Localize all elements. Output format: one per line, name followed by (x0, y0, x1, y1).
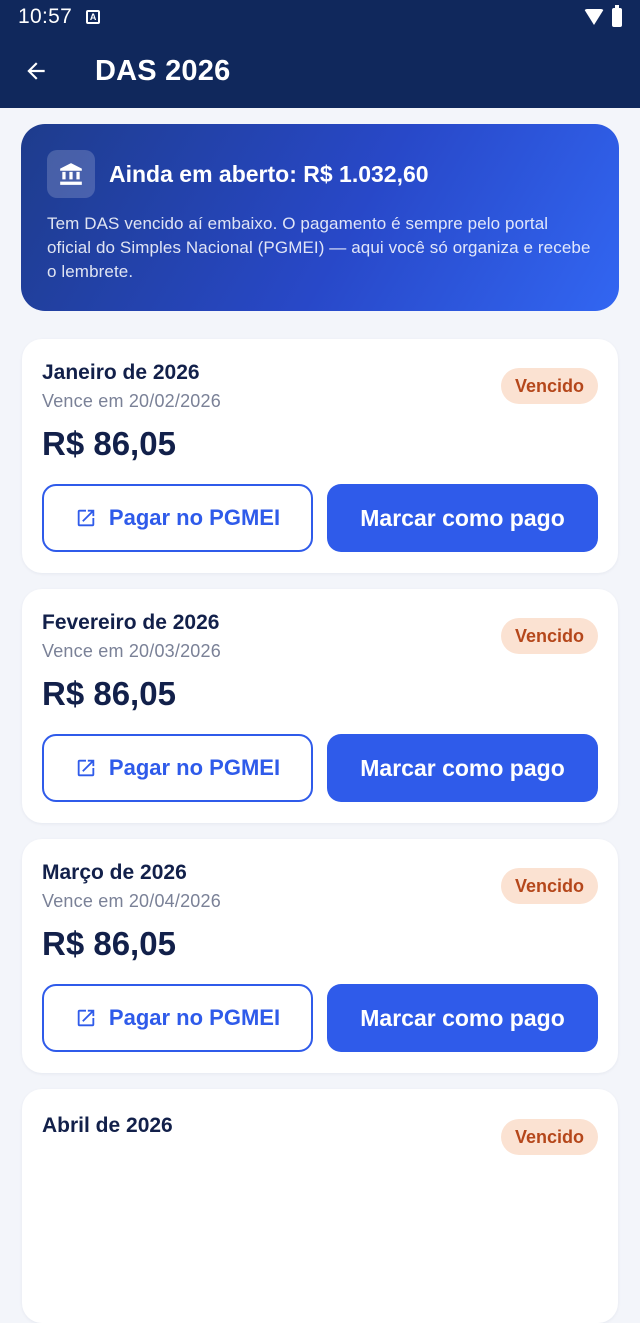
pay-pgmei-label: Pagar no PGMEI (108, 755, 281, 780)
card-month: Março de 2026 (42, 861, 187, 884)
das-card: Abril de 2026 Vencido (22, 1089, 618, 1323)
summary-card: Ainda em aberto: R$ 1.032,60 Tem DAS ven… (21, 124, 619, 311)
status-badge: Vencido (500, 368, 598, 404)
summary-title: Ainda em aberto: R$ 1.032,60 (109, 160, 429, 187)
pay-pgmei-button[interactable]: Pagar no PGMEI (42, 484, 313, 552)
pay-pgmei-button[interactable]: Pagar no PGMEI (42, 734, 313, 802)
card-month: Fevereiro de 2026 (42, 611, 220, 634)
bank-icon (47, 150, 95, 198)
pay-pgmei-label: Pagar no PGMEI (108, 505, 281, 530)
mark-paid-button[interactable]: Marcar como pago (327, 984, 598, 1052)
wifi-icon (584, 9, 604, 25)
summary-text: Tem DAS vencido aí embaixo. O pagamento … (47, 214, 591, 281)
status-badge: Vencido (500, 618, 598, 654)
status-bar: 10:57 A (0, 0, 640, 34)
arrow-left-icon (27, 62, 45, 80)
notification-icon: A (86, 10, 101, 24)
mark-paid-button[interactable]: Marcar como pago (327, 734, 598, 802)
external-link-icon (77, 1009, 95, 1027)
external-link-icon (77, 759, 95, 777)
mark-paid-button[interactable]: Marcar como pago (327, 484, 598, 552)
card-amount: R$ 86,05 (42, 925, 176, 962)
das-card: Fevereiro de 2026 Vence em 20/03/2026 Ve… (22, 589, 618, 823)
back-button[interactable] (0, 34, 72, 108)
card-month: Janeiro de 2026 (42, 361, 200, 384)
card-month: Abril de 2026 (42, 1114, 173, 1137)
app-bar: DAS 2026 (0, 34, 640, 108)
das-card: Março de 2026 Vence em 20/04/2026 Vencid… (22, 839, 618, 1073)
das-card: Janeiro de 2026 Vence em 20/02/2026 Venc… (22, 339, 618, 573)
page-title: DAS 2026 (95, 54, 231, 87)
card-due-date: Vence em 20/03/2026 (42, 641, 221, 661)
external-link-icon (77, 509, 95, 527)
card-due-date: Vence em 20/02/2026 (42, 391, 221, 411)
battery-icon (612, 4, 622, 27)
card-amount: R$ 86,05 (42, 675, 176, 712)
status-badge: Vencido (500, 868, 598, 904)
pay-pgmei-button[interactable]: Pagar no PGMEI (42, 984, 313, 1052)
card-due-date: Vence em 20/04/2026 (42, 891, 221, 911)
status-badge: Vencido (500, 1119, 598, 1155)
card-amount: R$ 86,05 (42, 425, 176, 462)
status-time: 10:57 (18, 5, 73, 28)
pay-pgmei-label: Pagar no PGMEI (108, 1005, 281, 1030)
